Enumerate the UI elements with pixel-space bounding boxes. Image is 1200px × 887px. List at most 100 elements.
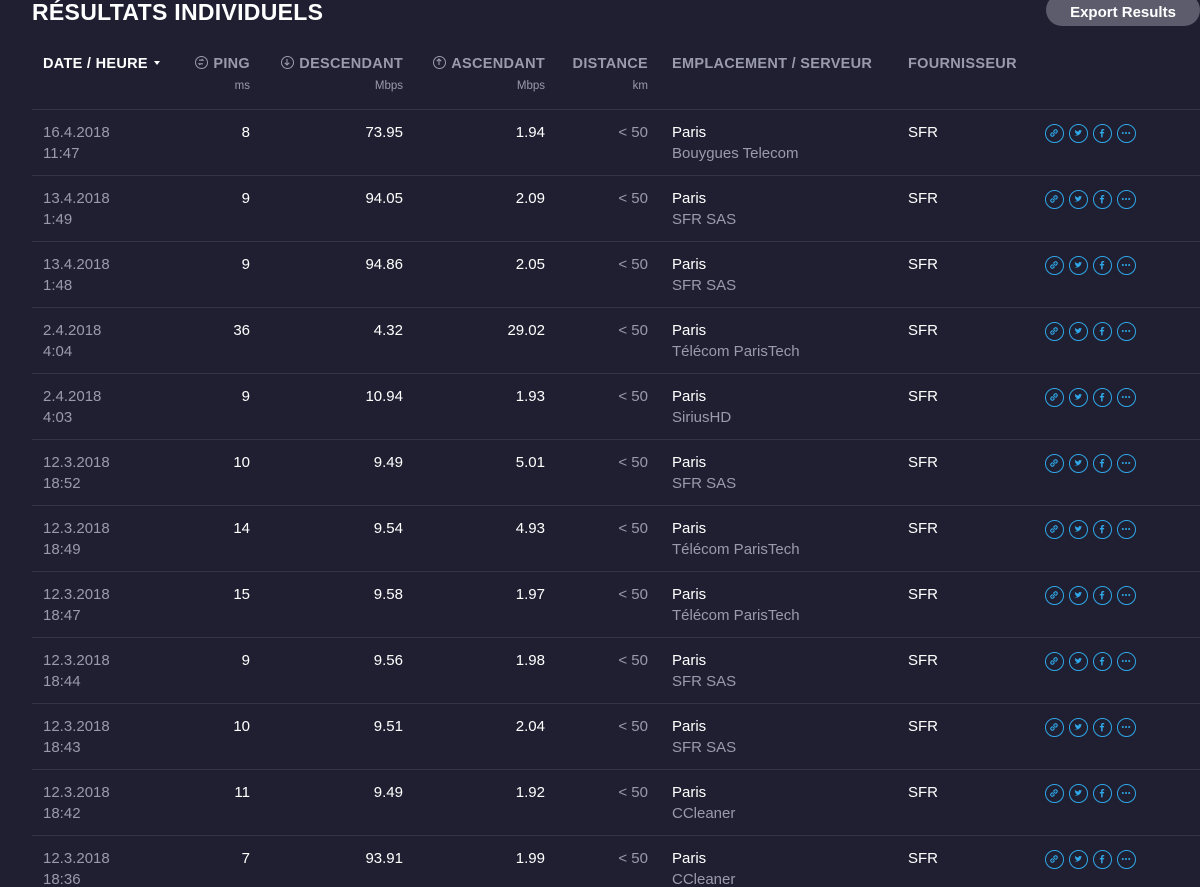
upload-value: 2.09: [515, 190, 545, 207]
facebook-icon[interactable]: [1093, 850, 1112, 869]
link-icon[interactable]: [1045, 652, 1064, 671]
download-value: 10.94: [365, 388, 403, 405]
twitter-icon[interactable]: [1069, 784, 1088, 803]
link-icon[interactable]: [1045, 256, 1064, 275]
more-icon[interactable]: [1117, 784, 1136, 803]
facebook-icon[interactable]: [1093, 586, 1112, 605]
twitter-icon[interactable]: [1069, 388, 1088, 407]
link-icon[interactable]: [1045, 520, 1064, 539]
table-row[interactable]: 12.3.2018 18:42 11 9.49 1.92 < 50 Paris CCleane…: [32, 770, 1200, 836]
test-date: 13.4.2018: [43, 190, 110, 207]
facebook-icon[interactable]: [1093, 322, 1112, 341]
server-name: SFR SAS: [672, 673, 737, 690]
facebook-icon[interactable]: [1093, 520, 1112, 539]
table-row[interactable]: 12.3.2018 18:49 14 9.54 4.93 < 50 Paris Télécom…: [32, 506, 1200, 572]
provider-value: SFR: [908, 388, 938, 405]
column-header-location[interactable]: EMPLACEMENT / SERVEUR: [672, 56, 872, 72]
table-row[interactable]: 13.4.2018 1:49 9 94.05 2.09 < 50 Paris SFR SAS S…: [32, 176, 1200, 242]
more-icon[interactable]: [1117, 190, 1136, 209]
link-icon[interactable]: [1045, 850, 1064, 869]
twitter-icon[interactable]: [1069, 454, 1088, 473]
facebook-icon[interactable]: [1093, 190, 1112, 209]
column-header-download[interactable]: DESCENDANT Mbps: [281, 56, 403, 92]
more-icon[interactable]: [1117, 586, 1136, 605]
table-row[interactable]: 12.3.2018 18:43 10 9.51 2.04 < 50 Paris SFR SAS…: [32, 704, 1200, 770]
location-city: Paris: [672, 322, 707, 339]
twitter-icon[interactable]: [1069, 190, 1088, 209]
table-row[interactable]: 2.4.2018 4:04 36 4.32 29.02 < 50 Paris Télécom …: [32, 308, 1200, 374]
ping-value: 15: [233, 586, 250, 603]
location-city: Paris: [672, 784, 707, 801]
twitter-icon[interactable]: [1069, 850, 1088, 869]
facebook-icon[interactable]: [1093, 784, 1112, 803]
table-row[interactable]: 16.4.2018 11:47 8 73.95 1.94 < 50 Paris Bouygue…: [32, 110, 1200, 176]
more-icon[interactable]: [1117, 256, 1136, 275]
column-header-date-label: DATE / HEURE: [43, 56, 148, 72]
twitter-icon[interactable]: [1069, 256, 1088, 275]
link-icon[interactable]: [1045, 586, 1064, 605]
test-time: 4:03: [43, 409, 73, 426]
table-row[interactable]: 13.4.2018 1:48 9 94.86 2.05 < 50 Paris SFR SAS S…: [32, 242, 1200, 308]
date-time-cell: 2.4.2018 4:04: [43, 320, 101, 362]
facebook-icon[interactable]: [1093, 388, 1112, 407]
ping-value: 36: [233, 322, 250, 339]
link-icon[interactable]: [1045, 388, 1064, 407]
link-icon[interactable]: [1045, 124, 1064, 143]
ping-value: 9: [241, 190, 250, 207]
column-header-date[interactable]: DATE / HEURE: [43, 56, 160, 72]
export-results-button[interactable]: Export Results: [1046, 0, 1200, 26]
distance-value: < 50: [618, 586, 648, 603]
table-row[interactable]: 12.3.2018 18:47 15 9.58 1.97 < 50 Paris Télécom…: [32, 572, 1200, 638]
server-name: CCleaner: [672, 871, 736, 887]
table-row[interactable]: 12.3.2018 18:44 9 9.56 1.98 < 50 Paris SFR SAS S…: [32, 638, 1200, 704]
location-city: Paris: [672, 124, 707, 141]
date-time-cell: 12.3.2018 18:42: [43, 782, 110, 824]
more-icon[interactable]: [1117, 124, 1136, 143]
more-icon[interactable]: [1117, 388, 1136, 407]
test-time: 18:44: [43, 673, 81, 690]
table-row[interactable]: 12.3.2018 18:52 10 9.49 5.01 < 50 Paris SFR SAS…: [32, 440, 1200, 506]
more-icon[interactable]: [1117, 520, 1136, 539]
table-row[interactable]: 2.4.2018 4:03 9 10.94 1.93 < 50 Paris SiriusHD S…: [32, 374, 1200, 440]
location-cell: Paris Bouygues Telecom: [672, 122, 798, 164]
location-cell: Paris Télécom ParisTech: [672, 320, 800, 362]
server-name: Bouygues Telecom: [672, 145, 799, 162]
facebook-icon[interactable]: [1093, 256, 1112, 275]
column-header-ping[interactable]: PING ms: [195, 56, 250, 92]
twitter-icon[interactable]: [1069, 520, 1088, 539]
more-icon[interactable]: [1117, 322, 1136, 341]
share-actions: [1045, 850, 1141, 872]
provider-value: SFR: [908, 454, 938, 471]
more-icon[interactable]: [1117, 454, 1136, 473]
twitter-icon[interactable]: [1069, 652, 1088, 671]
column-header-distance[interactable]: DISTANCE km: [573, 56, 648, 92]
facebook-icon[interactable]: [1093, 454, 1112, 473]
upload-value: 1.97: [515, 586, 545, 603]
twitter-icon[interactable]: [1069, 124, 1088, 143]
column-header-provider[interactable]: FOURNISSEUR: [908, 56, 1017, 72]
location-city: Paris: [672, 256, 707, 273]
date-time-cell: 12.3.2018 18:43: [43, 716, 110, 758]
date-time-cell: 12.3.2018 18:44: [43, 650, 110, 692]
twitter-icon[interactable]: [1069, 586, 1088, 605]
ping-value: 11: [234, 784, 250, 801]
table-row[interactable]: 12.3.2018 18:36 7 93.91 1.99 < 50 Paris CCleane…: [32, 836, 1200, 887]
facebook-icon[interactable]: [1093, 124, 1112, 143]
more-icon[interactable]: [1117, 652, 1136, 671]
share-actions: [1045, 520, 1141, 542]
download-value: 9.54: [373, 520, 403, 537]
column-header-upload[interactable]: ASCENDANT Mbps: [433, 56, 545, 92]
upload-value: 2.04: [515, 718, 545, 735]
link-icon[interactable]: [1045, 190, 1064, 209]
more-icon[interactable]: [1117, 718, 1136, 737]
server-name: SiriusHD: [672, 409, 732, 426]
facebook-icon[interactable]: [1093, 652, 1112, 671]
link-icon[interactable]: [1045, 718, 1064, 737]
twitter-icon[interactable]: [1069, 322, 1088, 341]
link-icon[interactable]: [1045, 784, 1064, 803]
more-icon[interactable]: [1117, 850, 1136, 869]
link-icon[interactable]: [1045, 322, 1064, 341]
facebook-icon[interactable]: [1093, 718, 1112, 737]
link-icon[interactable]: [1045, 454, 1064, 473]
twitter-icon[interactable]: [1069, 718, 1088, 737]
